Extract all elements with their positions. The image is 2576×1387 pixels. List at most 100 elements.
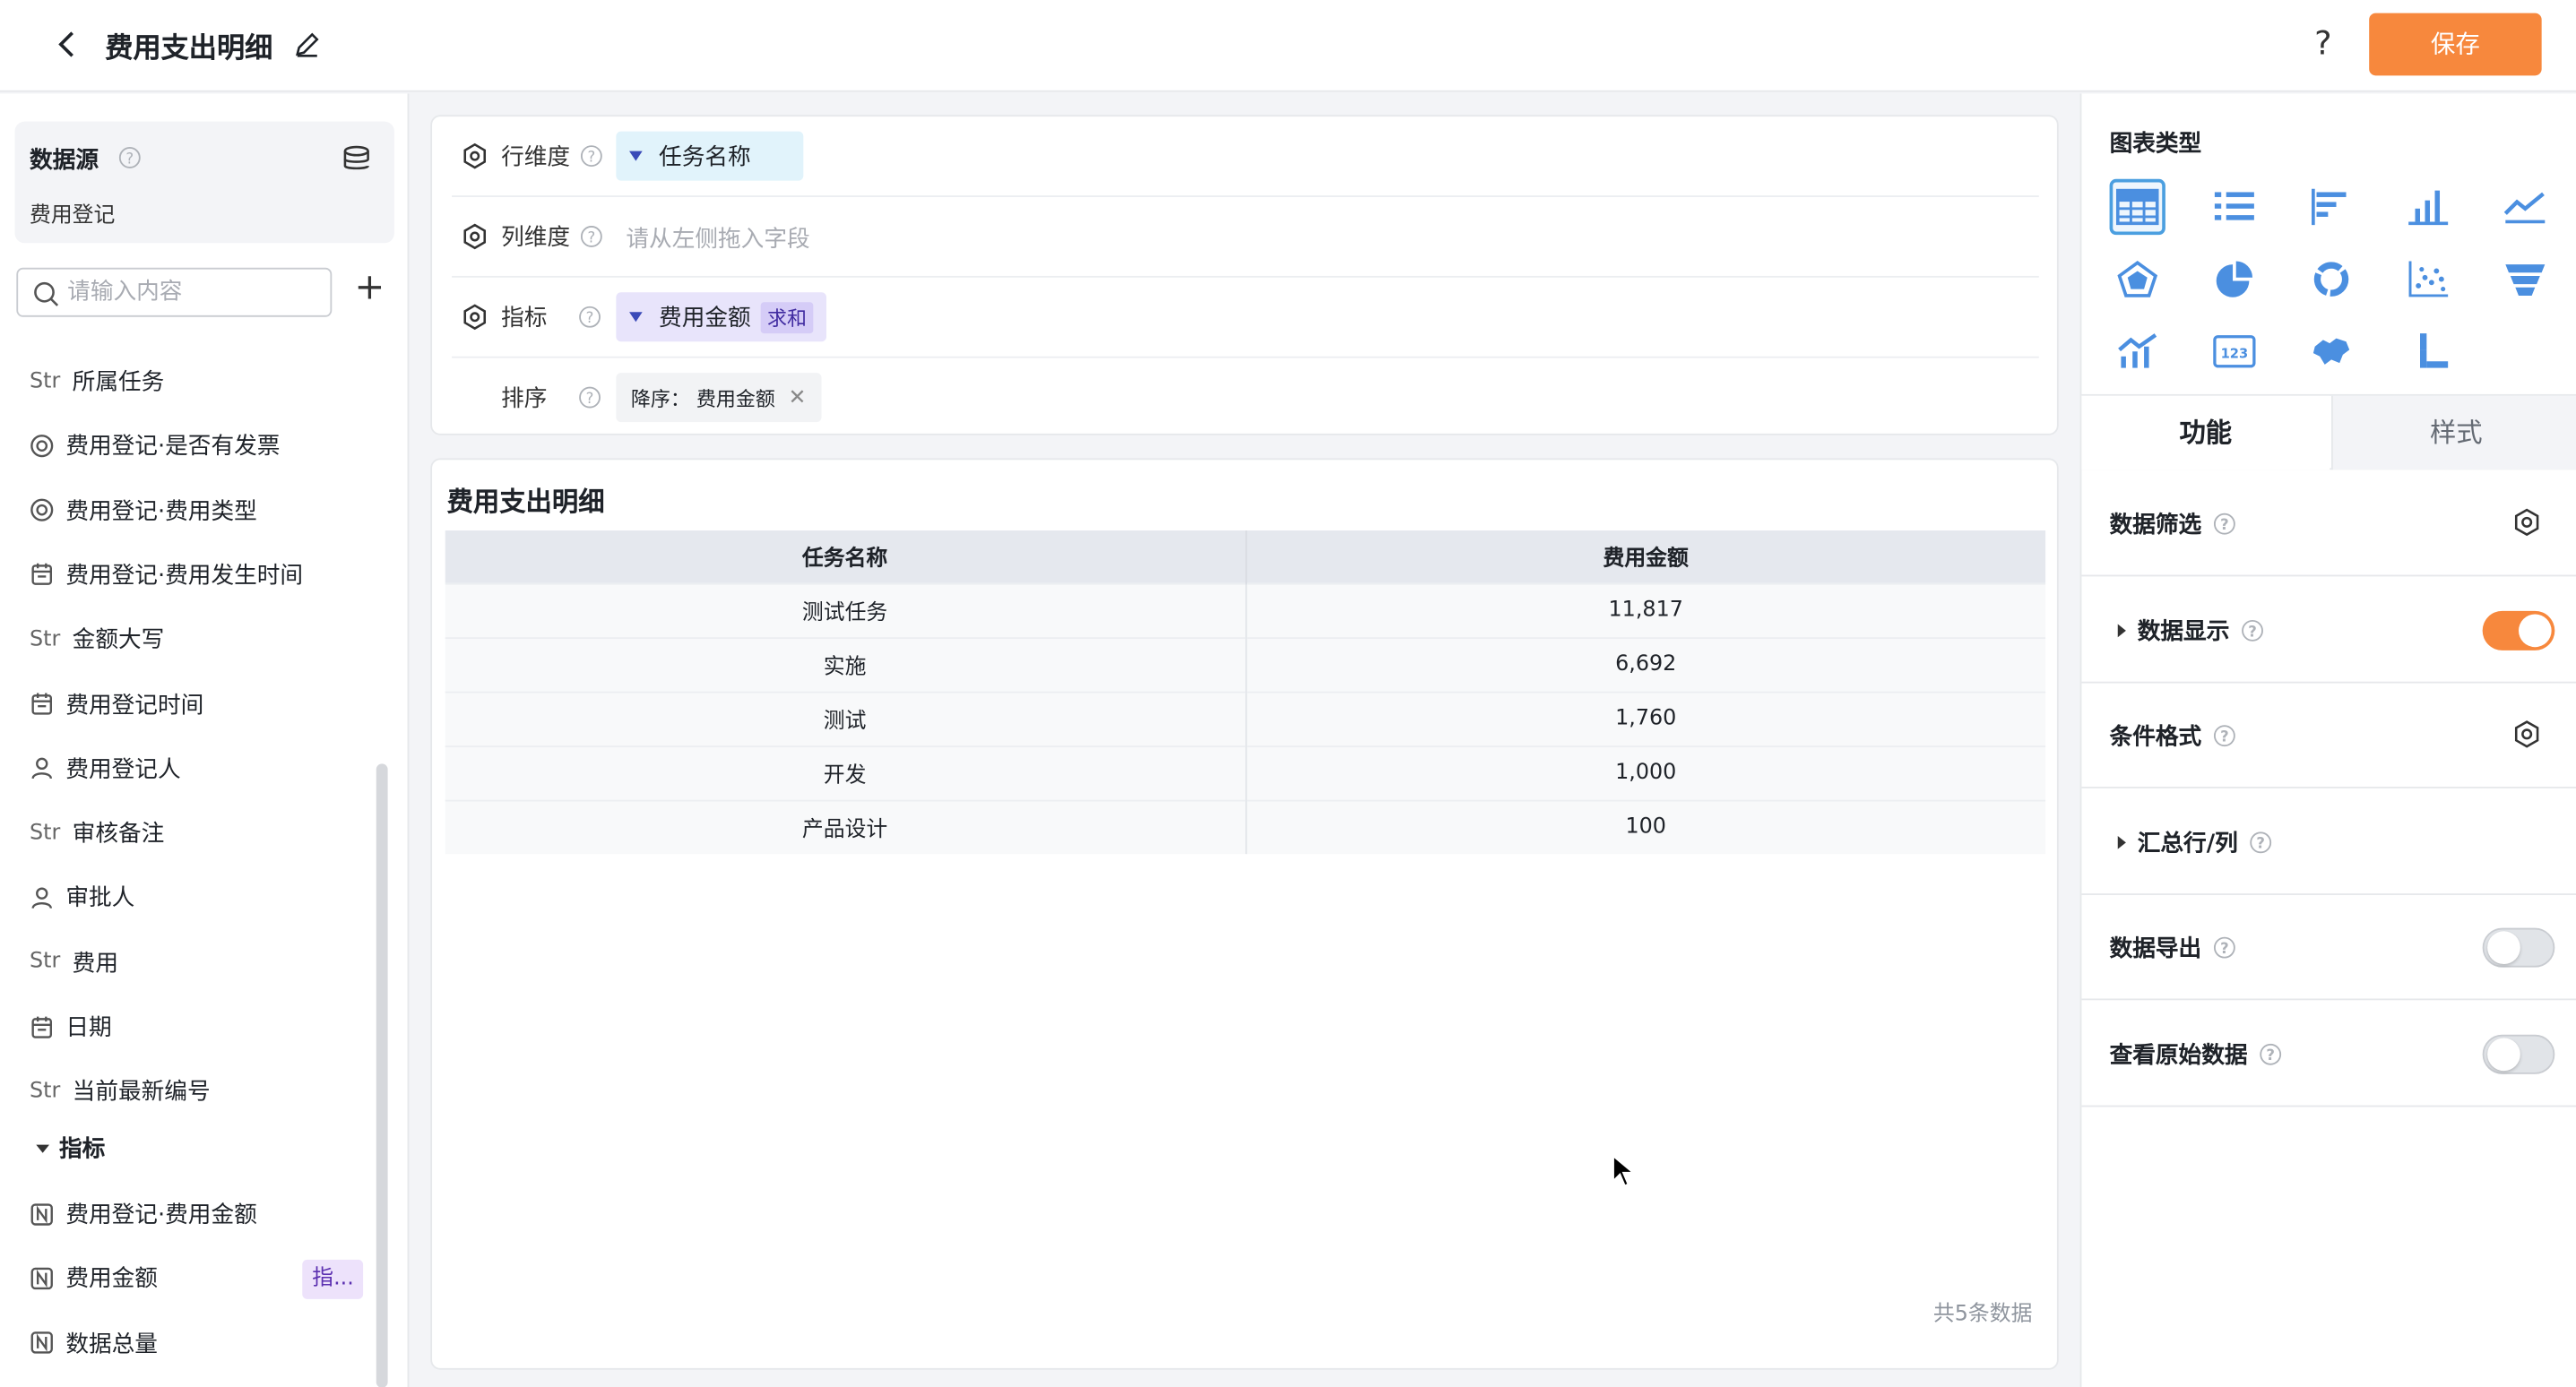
field-label: 费用 bbox=[72, 950, 118, 978]
metric-item[interactable]: 费用金额 bbox=[30, 1260, 158, 1296]
field-item[interactable]: Str 当前最新编号 bbox=[30, 1073, 211, 1108]
table-row[interactable]: 测试任务 11,817 bbox=[445, 582, 2046, 638]
number-icon bbox=[30, 1331, 59, 1355]
string-type-icon: Str bbox=[29, 1078, 61, 1104]
field-panel: 数据源 ? 费用登记 + Str所属任务费用登记·是否有发票费用登记·费用类型费… bbox=[0, 93, 410, 1387]
bar-chart-icon[interactable] bbox=[2400, 179, 2456, 235]
funnel-chart-icon[interactable] bbox=[2497, 251, 2553, 306]
help-circle-icon[interactable]: ? bbox=[578, 306, 601, 329]
combo-chart-icon[interactable] bbox=[2110, 323, 2165, 379]
field-item[interactable]: Str 金额大写 bbox=[30, 621, 164, 657]
field-label: 日期 bbox=[65, 1014, 112, 1042]
add-field-button[interactable]: + bbox=[351, 271, 387, 310]
left-scrollbar[interactable] bbox=[376, 763, 388, 1387]
field-item[interactable]: 费用登记时间 bbox=[30, 685, 203, 721]
radio-icon bbox=[30, 498, 59, 522]
field-item[interactable]: 费用登记·费用类型 bbox=[30, 492, 257, 528]
svg-text:123: 123 bbox=[2221, 347, 2249, 362]
map-chart-icon[interactable] bbox=[2304, 323, 2359, 379]
help-circle-icon[interactable]: ? bbox=[2250, 831, 2273, 854]
radar-chart-icon[interactable] bbox=[2110, 251, 2165, 306]
gantt-chart-icon[interactable] bbox=[2400, 323, 2456, 379]
close-icon[interactable]: ✕ bbox=[789, 385, 807, 409]
field-item[interactable]: 费用登记·是否有发票 bbox=[30, 427, 280, 463]
field-item[interactable]: Str 审核备注 bbox=[30, 814, 164, 850]
metric-chip[interactable]: 费用金额 求和 bbox=[616, 292, 827, 342]
field-label: 费用登记人 bbox=[65, 756, 181, 783]
metric-label: 数据总量 bbox=[65, 1331, 158, 1358]
metric-item[interactable]: 费用登记·费用金额 bbox=[30, 1195, 257, 1231]
help-button[interactable]: ? bbox=[2304, 23, 2343, 63]
table-row[interactable]: 产品设计 100 bbox=[445, 798, 2046, 855]
horizontal-bar-icon[interactable] bbox=[2304, 179, 2359, 235]
row-dimension-chip[interactable]: 任务名称 bbox=[616, 131, 804, 181]
settings-gear-icon[interactable] bbox=[2512, 507, 2542, 543]
row-dimension-label: 行维度 bbox=[501, 144, 571, 171]
row-dimension-value: 任务名称 bbox=[659, 144, 751, 171]
option-row: 汇总行/列? bbox=[2081, 789, 2576, 895]
amount-cell: 11,817 bbox=[1245, 582, 2046, 638]
settings-gear-icon[interactable] bbox=[462, 304, 488, 331]
field-item[interactable]: Str 费用 bbox=[30, 943, 118, 979]
metrics-group-label: 指标 bbox=[58, 1136, 106, 1163]
tab-function[interactable]: 功能 bbox=[2081, 395, 2330, 470]
field-item[interactable]: 审批人 bbox=[30, 879, 134, 915]
option-label-group[interactable]: 数据显示? bbox=[2108, 614, 2264, 647]
metric-item[interactable]: 数据总量 bbox=[30, 1324, 158, 1360]
field-item[interactable]: 费用登记·费用发生时间 bbox=[30, 556, 303, 592]
settings-gear-icon[interactable] bbox=[462, 142, 488, 169]
settings-gear-icon[interactable] bbox=[462, 223, 488, 250]
help-circle-icon[interactable]: ? bbox=[2213, 724, 2236, 747]
column-header[interactable]: 任务名称 bbox=[445, 530, 1247, 583]
edit-pencil-icon[interactable] bbox=[292, 30, 322, 59]
save-button[interactable]: 保存 bbox=[2369, 13, 2542, 76]
table-chart-icon[interactable] bbox=[2109, 178, 2165, 236]
task-name-cell: 开发 bbox=[445, 745, 1247, 800]
dropdown-caret-icon bbox=[629, 151, 643, 161]
help-circle-icon[interactable]: ? bbox=[578, 386, 601, 409]
help-circle-icon[interactable]: ? bbox=[580, 225, 603, 248]
scatter-chart-icon[interactable] bbox=[2400, 251, 2456, 306]
metrics-group-header[interactable]: 指标 bbox=[36, 1132, 105, 1165]
search-input[interactable] bbox=[67, 275, 323, 309]
table-row[interactable]: 实施 6,692 bbox=[445, 636, 2046, 692]
field-item[interactable]: 日期 bbox=[30, 1008, 112, 1044]
database-switch-icon[interactable] bbox=[341, 144, 371, 174]
sort-chip[interactable]: 降序： 费用金额 ✕ bbox=[616, 373, 822, 423]
help-circle-icon[interactable]: ? bbox=[118, 146, 142, 169]
donut-chart-icon[interactable] bbox=[2304, 251, 2359, 306]
settings-gear-icon[interactable] bbox=[2512, 719, 2542, 755]
table-row[interactable]: 测试 1,760 bbox=[445, 690, 2046, 746]
help-circle-icon[interactable]: ? bbox=[2213, 936, 2236, 960]
tab-style[interactable]: 样式 bbox=[2331, 395, 2576, 470]
help-circle-icon[interactable]: ? bbox=[580, 144, 603, 168]
help-circle-icon[interactable]: ? bbox=[2213, 513, 2236, 536]
field-item[interactable]: 费用登记人 bbox=[30, 750, 181, 786]
metric-label: 指标 bbox=[501, 305, 548, 332]
number-card-icon[interactable]: 123 bbox=[2207, 323, 2262, 379]
back-arrow-icon[interactable] bbox=[49, 26, 85, 62]
option-row: 数据筛选? bbox=[2081, 471, 2576, 577]
toggle-switch[interactable] bbox=[2482, 927, 2555, 968]
row-count: 共5条数据 bbox=[1932, 1302, 2033, 1328]
help-circle-icon[interactable]: ? bbox=[2259, 1042, 2282, 1065]
option-label-group[interactable]: 汇总行/列? bbox=[2108, 825, 2273, 858]
table-row[interactable]: 开发 1,000 bbox=[445, 745, 2046, 800]
field-label: 金额大写 bbox=[72, 627, 165, 654]
col-dimension-dropzone[interactable]: 请从左侧拖入字段 bbox=[626, 221, 809, 254]
option-label-group: 查看原始数据? bbox=[2110, 1038, 2282, 1071]
toggle-switch[interactable] bbox=[2482, 609, 2555, 650]
list-chart-icon[interactable] bbox=[2207, 179, 2262, 235]
field-item[interactable]: Str 所属任务 bbox=[30, 363, 164, 399]
help-circle-icon[interactable]: ? bbox=[2241, 618, 2264, 642]
column-header[interactable]: 费用金额 bbox=[1245, 530, 2046, 583]
metric-tag: 指... bbox=[302, 1259, 364, 1299]
option-label: 查看原始数据 bbox=[2109, 1042, 2248, 1069]
field-label: 当前最新编号 bbox=[72, 1079, 211, 1107]
line-chart-icon[interactable] bbox=[2497, 179, 2553, 235]
toggle-knob bbox=[2518, 613, 2552, 647]
pie-chart-icon[interactable] bbox=[2207, 251, 2262, 306]
toggle-switch[interactable] bbox=[2482, 1033, 2555, 1073]
sort-row: 排序 ? 降序： 费用金额 ✕ bbox=[452, 358, 2039, 439]
table-title: 费用支出明细 bbox=[446, 486, 605, 518]
